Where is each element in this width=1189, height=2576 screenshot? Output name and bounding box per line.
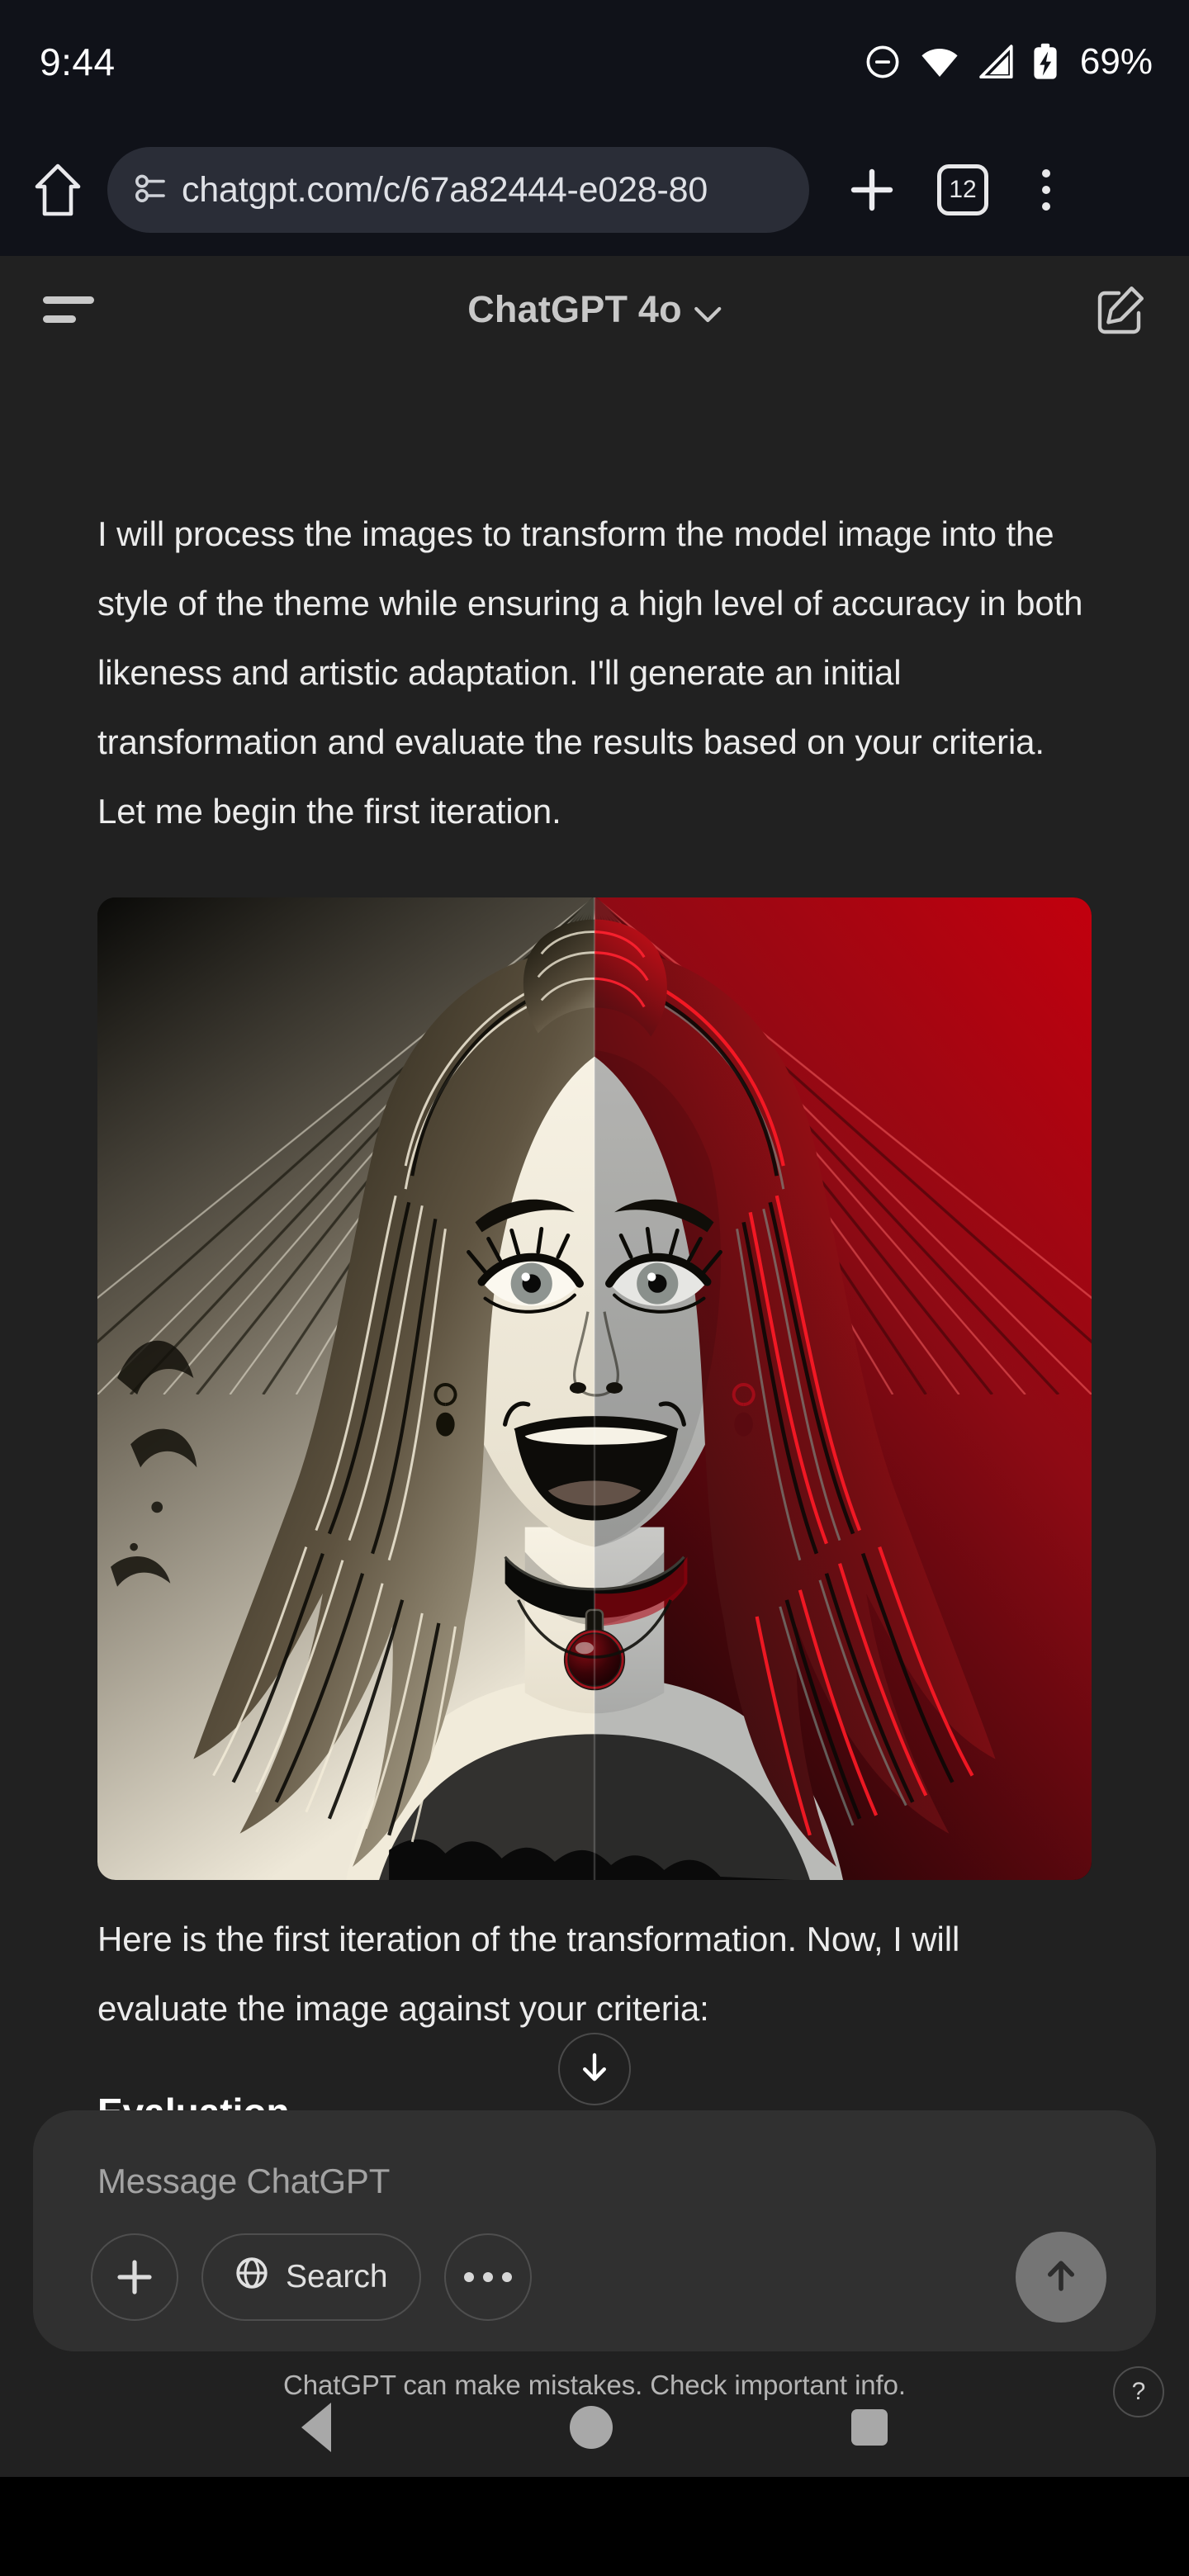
status-bar: 9:44 69% <box>0 0 1189 124</box>
ellipsis-icon <box>463 2272 512 2282</box>
search-tool-button[interactable]: Search <box>201 2233 421 2321</box>
message-composer[interactable]: Message ChatGPT Search <box>33 2110 1156 2351</box>
new-tab-button[interactable] <box>829 147 915 233</box>
status-icons: 69% <box>864 41 1153 83</box>
arrow-up-icon <box>1040 2254 1082 2301</box>
assistant-message-paragraph-1: I will process the images to transform t… <box>97 514 1083 831</box>
site-settings-icon[interactable] <box>132 171 167 210</box>
status-clock: 9:44 <box>40 40 116 83</box>
globe-icon <box>234 2256 269 2299</box>
app-header: ChatGPT 4o <box>0 256 1189 363</box>
wifi-icon <box>920 45 959 78</box>
model-selector[interactable]: ChatGPT 4o <box>467 286 722 333</box>
arrow-down-icon <box>576 2048 613 2091</box>
generated-image[interactable] <box>97 897 1092 1880</box>
home-icon[interactable] <box>20 152 96 228</box>
send-message-button[interactable] <box>1016 2232 1106 2323</box>
disclaimer-text: ChatGPT can make mistakes. Check importa… <box>283 2370 906 2400</box>
search-tool-label: Search <box>286 2259 388 2294</box>
nav-recents-icon[interactable] <box>851 2409 888 2446</box>
battery-charging-icon <box>1032 43 1059 81</box>
hamburger-menu-icon[interactable] <box>43 296 101 323</box>
browser-toolbar: chatgpt.com/c/67a82444-e028-80 12 <box>0 124 1189 256</box>
tab-count-label: 12 <box>937 164 988 215</box>
more-tools-button[interactable] <box>443 2233 532 2321</box>
tab-switcher-button[interactable]: 12 <box>921 149 1004 231</box>
message-input[interactable]: Message ChatGPT <box>97 2162 390 2201</box>
help-button[interactable]: ? <box>1113 2366 1164 2417</box>
url-bar[interactable]: chatgpt.com/c/67a82444-e028-80 <box>107 147 809 233</box>
cellular-signal-icon <box>978 45 1014 79</box>
chevron-down-icon <box>694 290 722 333</box>
browser-menu-button[interactable] <box>1011 147 1082 233</box>
add-attachment-button[interactable] <box>91 2233 178 2321</box>
do-not-disturb-icon <box>864 43 902 81</box>
three-dot-menu-icon <box>1042 202 1050 211</box>
nav-back-icon[interactable] <box>301 2403 331 2452</box>
comic-portrait-illustration <box>97 897 1092 1880</box>
page-title: ChatGPT 4o <box>467 288 682 330</box>
url-text[interactable]: chatgpt.com/c/67a82444-e028-80 <box>182 170 708 211</box>
new-chat-compose-icon[interactable] <box>1092 281 1149 339</box>
composer-toolbar: Search <box>91 2232 1106 2323</box>
plus-icon <box>117 2260 152 2294</box>
battery-percent-label: 69% <box>1079 41 1153 82</box>
three-dot-menu-icon <box>1042 186 1050 194</box>
assistant-message-paragraph-2: Here is the first iteration of the trans… <box>97 1920 960 2028</box>
three-dot-menu-icon <box>1042 169 1050 178</box>
scroll-to-bottom-button[interactable] <box>558 2033 631 2105</box>
chatgpt-app: ChatGPT 4o I will process the images to … <box>0 256 1189 2477</box>
nav-home-icon[interactable] <box>569 2406 613 2449</box>
